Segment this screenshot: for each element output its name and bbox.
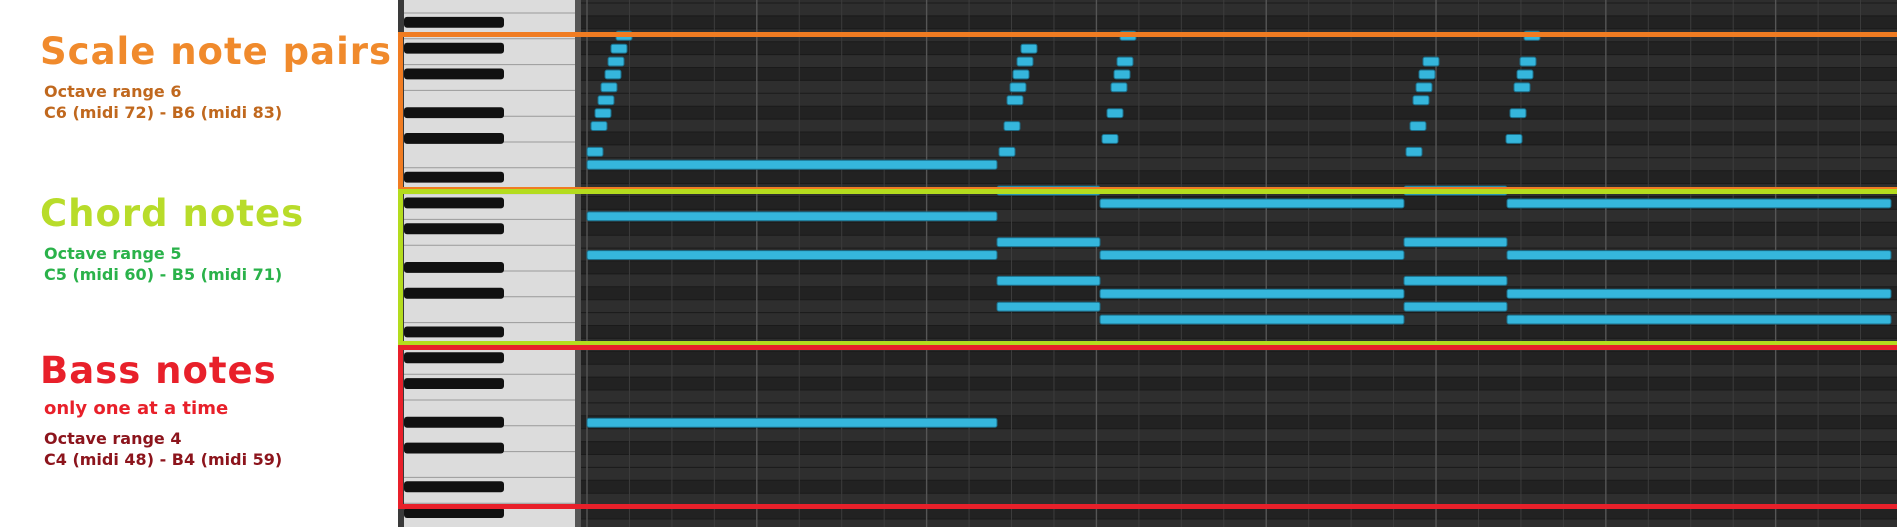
grid-row	[581, 3, 1897, 16]
black-key[interactable]	[404, 16, 504, 28]
grid-row	[581, 519, 1897, 531]
bass-section-frame	[398, 345, 1897, 509]
chord-section-title: Chord notes	[40, 192, 305, 235]
chord-octave-range: Octave range 5	[44, 244, 182, 263]
bass-section-title: Bass notes	[40, 349, 277, 392]
scale-section-title: Scale note pairs	[40, 30, 393, 73]
scale-midi-range: C6 (midi 72) - B6 (midi 83)	[44, 103, 283, 122]
scale-section-frame	[398, 32, 1897, 192]
grid-row	[581, 15, 1897, 29]
bass-single-note-hint: only one at a time	[44, 398, 229, 419]
legend-panel: Scale note pairs Octave range 6 C6 (midi…	[0, 0, 398, 527]
bass-octave-range: Octave range 4	[44, 429, 182, 448]
bass-midi-range: C4 (midi 48) - B4 (midi 59)	[44, 450, 283, 469]
chord-midi-range: C5 (midi 60) - B5 (midi 71)	[44, 265, 283, 284]
scale-octave-range: Octave range 6	[44, 82, 182, 101]
chord-section-frame	[398, 189, 1897, 346]
